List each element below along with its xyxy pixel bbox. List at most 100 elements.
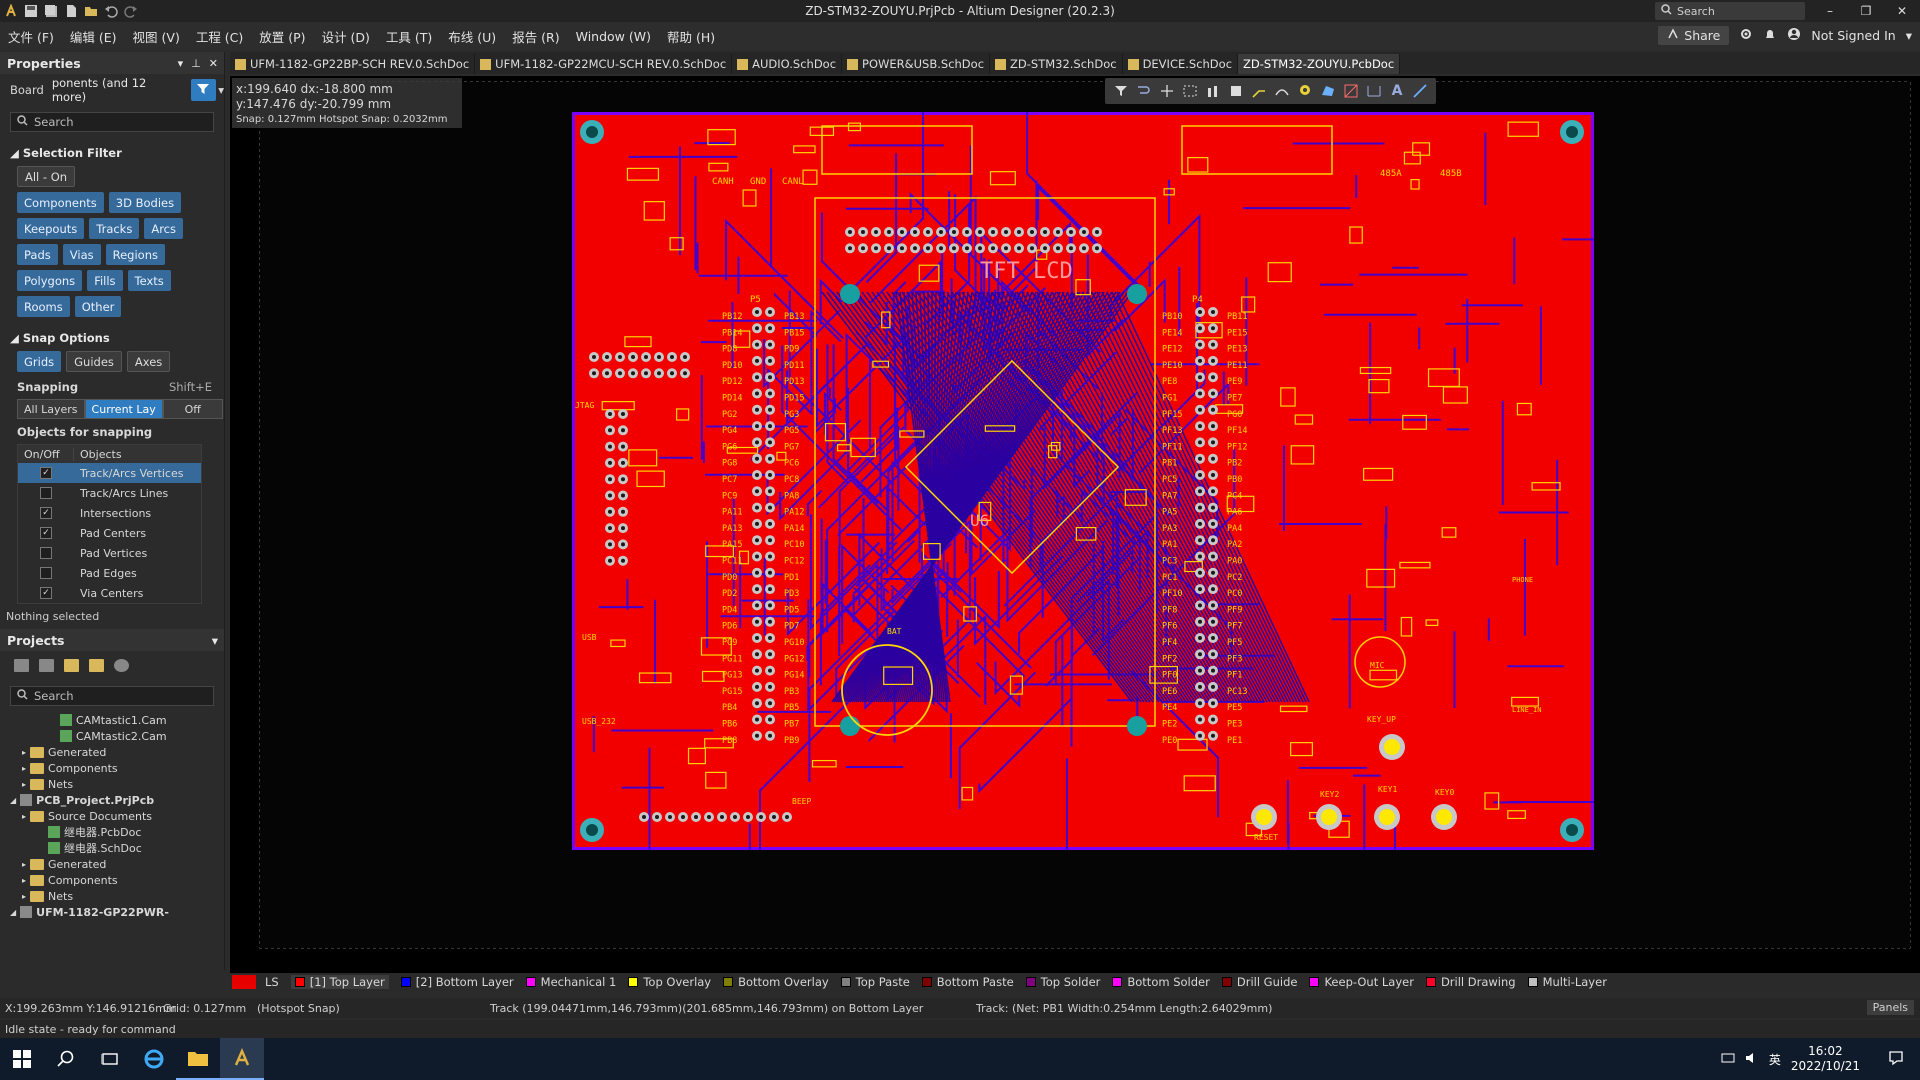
document-tab[interactable]: ZD-STM32.SchDoc [990, 54, 1123, 74]
project-tree-item[interactable]: 继电器.SchDoc [10, 840, 224, 856]
snap-object-checkbox[interactable]: ✓ [40, 587, 52, 599]
new-document-icon[interactable] [64, 4, 78, 18]
close-project-icon[interactable] [89, 659, 104, 672]
notification-center-icon[interactable] [1888, 1050, 1904, 1069]
save-project-icon[interactable] [14, 659, 29, 672]
panel-menu-icon[interactable]: ▾ [178, 57, 184, 70]
string-text-icon[interactable]: A [1389, 83, 1405, 99]
expand-arrow-icon[interactable]: ▸ [22, 860, 26, 869]
volume-icon[interactable] [1745, 1051, 1759, 1068]
pcb-board[interactable]: TFT LCD U6 P5 P4 JTAG USB USB_232 BAT MIC RESET KE… [572, 104, 1645, 916]
document-tab[interactable]: AUDIO.SchDoc [732, 54, 843, 74]
panels-button[interactable]: Panels [1866, 1000, 1914, 1015]
project-tree-item[interactable]: ▸ Generated [10, 856, 224, 872]
filter-button[interactable] [190, 79, 217, 101]
project-options-icon[interactable] [39, 659, 54, 672]
close-button[interactable]: ✕ [1884, 0, 1920, 22]
ime-indicator[interactable]: 英 [1769, 1051, 1781, 1068]
share-button[interactable]: Share [1658, 26, 1730, 45]
place-component-icon[interactable] [1228, 83, 1244, 99]
project-tree-item[interactable]: ◢ UFM-1182-GP22PWR- [10, 904, 224, 920]
polygon-pour-icon[interactable] [1320, 83, 1336, 99]
global-search-box[interactable]: Search [1655, 2, 1805, 20]
user-avatar-icon[interactable] [1787, 27, 1801, 44]
menu-help[interactable]: 帮助 (H) [667, 27, 715, 46]
user-dropdown-icon[interactable]: ▾ [1906, 28, 1912, 43]
document-tab[interactable]: DEVICE.SchDoc [1123, 54, 1239, 74]
layer-tab[interactable]: Top Paste [840, 975, 910, 989]
filter-components[interactable]: Components [17, 192, 104, 213]
snap-options-section[interactable]: ◢ Snap Options [0, 317, 224, 351]
keepout-icon[interactable] [1343, 83, 1359, 99]
filter-vias[interactable]: Vias [62, 244, 101, 265]
board-filter-value[interactable]: ponents (and 12 more) [52, 76, 183, 104]
expand-arrow-icon[interactable]: ▸ [22, 892, 26, 901]
projects-search-input[interactable]: Search [10, 686, 214, 706]
layer-tab[interactable]: Bottom Solder [1112, 975, 1210, 989]
document-tab[interactable]: UFM-1182-GP22BP-SCH REV.0.SchDoc [230, 54, 476, 74]
select-rectangle-icon[interactable] [1182, 83, 1198, 99]
filter-tracks[interactable]: Tracks [89, 218, 140, 239]
line-icon[interactable] [1412, 83, 1428, 99]
snap-current-layer[interactable]: Current Lay [84, 399, 163, 419]
snap-object-row[interactable]: ✓ Via Centers [18, 583, 201, 603]
collapse-arrow-icon[interactable]: ◢ [10, 796, 16, 805]
snap-object-row[interactable]: Track/Arcs Lines [18, 483, 201, 503]
snap-grids-button[interactable]: Grids [17, 351, 62, 372]
layer-tab[interactable]: Bottom Overlay [723, 975, 829, 989]
filter-fills[interactable]: Fills [87, 270, 123, 291]
filter-icon[interactable] [1113, 83, 1129, 99]
layer-tab[interactable]: [1] Top Layer [290, 975, 389, 989]
project-tree-item[interactable]: ▸ Nets [10, 776, 224, 792]
snap-object-checkbox[interactable]: ✓ [40, 507, 52, 519]
project-tree-item[interactable]: ▸ Source Documents [10, 808, 224, 824]
user-sign-in-label[interactable]: Not Signed In [1811, 28, 1895, 43]
filter-3d-bodies[interactable]: 3D Bodies [108, 192, 182, 213]
snap-object-checkbox[interactable] [40, 547, 52, 559]
settings-gear-icon[interactable] [1739, 27, 1753, 44]
project-tree-item[interactable]: CAMtastic1.Cam [10, 712, 224, 728]
save-all-icon[interactable] [44, 4, 58, 18]
menu-edit[interactable]: 编辑 (E) [70, 27, 117, 46]
snap-object-row[interactable]: ✓ Track/Arcs Vertices [18, 463, 201, 483]
crosshair-icon[interactable] [1159, 83, 1175, 99]
filter-polygons[interactable]: Polygons [17, 270, 83, 291]
filter-texts[interactable]: Texts [127, 270, 171, 291]
altium-taskbar-button[interactable] [220, 1038, 264, 1080]
menu-route[interactable]: 布线 (U) [448, 27, 496, 46]
menu-place[interactable]: 放置 (P) [259, 27, 305, 46]
clock[interactable]: 16:02 2022/10/21 [1791, 1044, 1860, 1074]
undo-icon[interactable] [104, 4, 118, 18]
snap-object-checkbox[interactable] [40, 487, 52, 499]
project-tree-item[interactable]: 继电器.PcbDoc [10, 824, 224, 840]
restore-button[interactable]: ❐ [1848, 0, 1884, 22]
project-tree-item[interactable]: ▸ Nets [10, 888, 224, 904]
menu-design[interactable]: 设计 (D) [322, 27, 370, 46]
project-tree-item[interactable]: ▸ Components [10, 872, 224, 888]
filter-dropdown-icon[interactable]: ▾ [218, 83, 224, 97]
menu-view[interactable]: 视图 (V) [133, 27, 180, 46]
snap-guides-button[interactable]: Guides [66, 351, 122, 372]
diff-pair-routing-icon[interactable] [1274, 83, 1290, 99]
open-project-icon[interactable] [64, 659, 79, 672]
projects-menu-icon[interactable]: ▾ [212, 633, 218, 648]
collapse-arrow-icon[interactable]: ◢ [10, 908, 16, 917]
snap-axes-button[interactable]: Axes [126, 351, 171, 372]
all-on-button[interactable]: All - On [17, 166, 76, 187]
filter-other[interactable]: Other [74, 296, 122, 317]
filter-keepouts[interactable]: Keepouts [17, 218, 85, 239]
filter-regions[interactable]: Regions [105, 244, 165, 265]
network-icon[interactable] [1721, 1051, 1735, 1068]
menu-file[interactable]: 文件 (F) [8, 27, 54, 46]
file-explorer-button[interactable] [176, 1038, 220, 1080]
notifications-icon[interactable] [1763, 27, 1777, 44]
save-icon[interactable] [24, 4, 38, 18]
document-tab[interactable]: ZD-STM32-ZOUYU.PcbDoc [802, 54, 1824, 902]
route-icon[interactable] [1136, 83, 1152, 99]
filter-pads[interactable]: Pads [17, 244, 58, 265]
expand-arrow-icon[interactable]: ▸ [22, 748, 26, 757]
interactive-routing-icon[interactable] [1251, 83, 1267, 99]
panel-close-icon[interactable]: ✕ [209, 57, 218, 70]
snap-object-row[interactable]: ✓ Intersections [18, 503, 201, 523]
snap-object-row[interactable]: Pad Edges [18, 563, 201, 583]
